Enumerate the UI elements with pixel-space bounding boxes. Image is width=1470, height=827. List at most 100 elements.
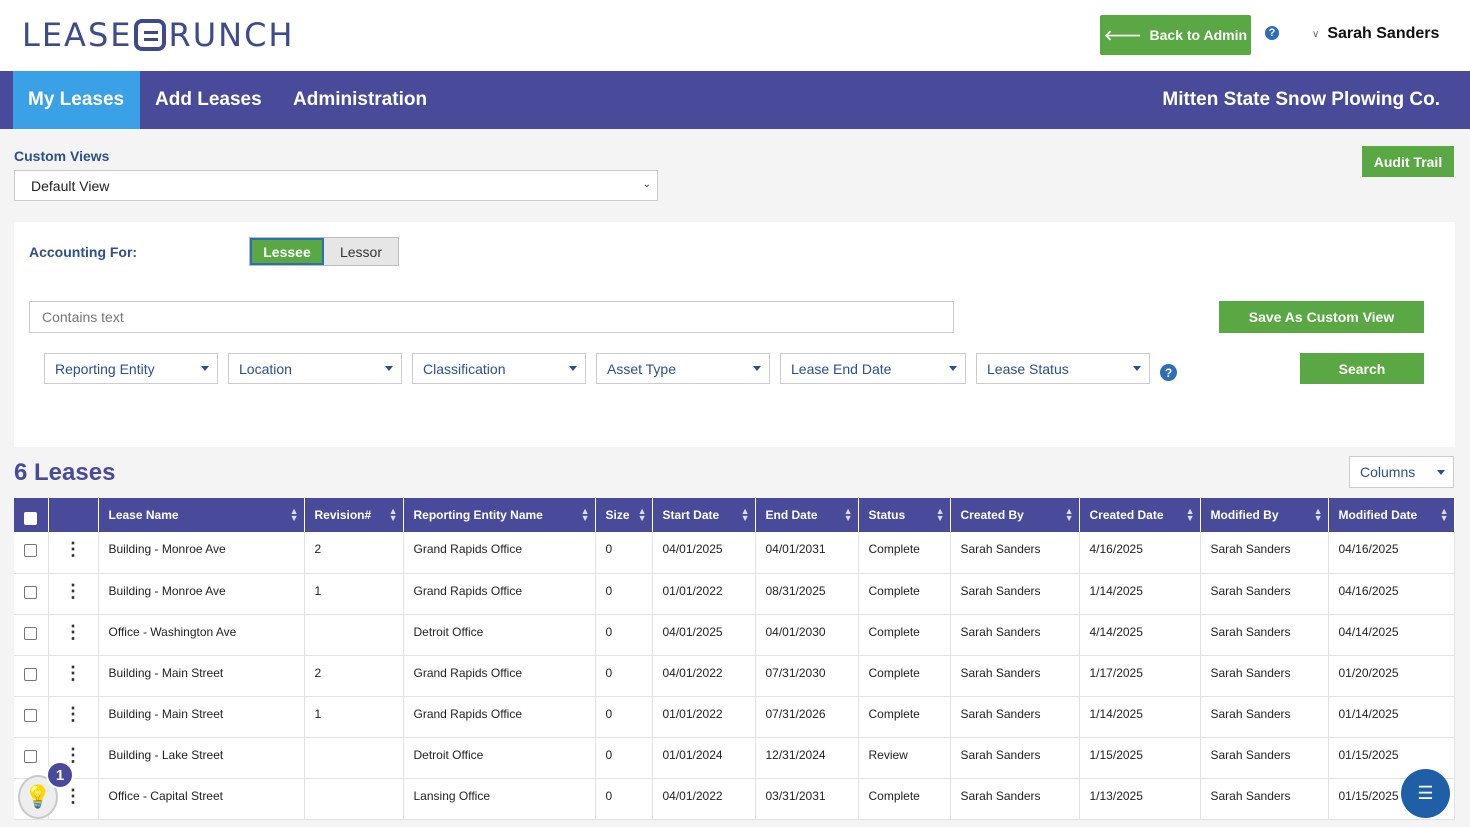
modified-date-header[interactable]: Modified Date ▲ ▼: [1328, 498, 1455, 532]
table-cell[interactable]: Office - Capital Street: [98, 778, 305, 820]
sort-icon: ▲ ▼: [935, 506, 945, 523]
custom-view-select[interactable]: Default View ⌄: [14, 170, 658, 201]
search-button[interactable]: Search: [1300, 353, 1424, 384]
start-date-header[interactable]: Start Date ▲ ▼: [652, 498, 756, 532]
table-row[interactable]: ⋮ Building - Main Street 2 Grand Rapids Off…: [14, 655, 1455, 697]
table-row[interactable]: ⋮ Building - Main Street 1 Grand Rapids Off…: [14, 696, 1455, 738]
lease-name-header[interactable]: Lease Name ▲ ▼: [98, 498, 305, 532]
revision-header[interactable]: Revision# ▲ ▼: [304, 498, 404, 532]
sort-icon: ▲ ▼: [1185, 506, 1195, 523]
menu-fab-button[interactable]: ☰: [1401, 769, 1450, 818]
filter-help-icon[interactable]: ?: [1160, 364, 1177, 381]
table-header-row: Lease Name ▲ ▼ Revision# ▲ ▼ Reporting Entit…: [14, 498, 1455, 532]
kebab-menu-icon[interactable]: ⋮: [64, 704, 82, 724]
filter-label: Lease Status: [987, 360, 1069, 377]
size-header[interactable]: Size ▲ ▼: [595, 498, 653, 532]
kebab-menu-icon[interactable]: ⋮: [64, 539, 82, 559]
columns-dropdown[interactable]: Columns: [1349, 456, 1454, 488]
table-cell: Sarah Sanders: [950, 655, 1080, 697]
kebab-menu-icon[interactable]: ⋮: [64, 786, 82, 806]
user-menu[interactable]: ∨ Sarah Sanders: [1312, 24, 1439, 44]
audit-trail-button[interactable]: Audit Trail: [1362, 146, 1454, 177]
tab-add-leases[interactable]: Add Leases: [155, 71, 262, 129]
filter-panel: Accounting For: Lessee Lessor Contains t…: [14, 222, 1455, 447]
table-row[interactable]: ⋮ Building - Monroe Ave 1 Grand Rapids Offi…: [14, 573, 1455, 615]
table-cell: Sarah Sanders: [1200, 532, 1329, 574]
table-cell[interactable]: Building - Monroe Ave: [98, 532, 305, 574]
row-select-cell: [14, 655, 49, 697]
kebab-menu-icon[interactable]: ⋮: [64, 622, 82, 642]
reporting-entity-filter[interactable]: Reporting Entity: [44, 353, 218, 384]
table-cell: 1/13/2025: [1079, 778, 1201, 820]
header-label: Created By: [960, 508, 1024, 522]
header-label: Modified By: [1210, 508, 1279, 522]
contains-text-input[interactable]: Contains text: [29, 301, 954, 333]
header-label: Reporting Entity Name: [413, 508, 543, 522]
table-cell[interactable]: Building - Lake Street: [98, 737, 305, 779]
lease-count-title: 6 Leases: [14, 459, 116, 486]
caret-down-icon: [201, 366, 209, 371]
caret-down-icon: [949, 366, 957, 371]
header-label: Modified Date: [1338, 508, 1418, 522]
classification-filter[interactable]: Classification: [412, 353, 586, 384]
table-cell: 0: [595, 737, 653, 779]
tab-administration[interactable]: Administration: [293, 71, 427, 129]
table-row[interactable]: ⋮ Office - Capital Street Lansing Office 0 0…: [14, 778, 1455, 820]
tips-widget[interactable]: 💡 1: [10, 761, 74, 820]
row-checkbox[interactable]: [24, 708, 38, 722]
status-header[interactable]: Status ▲ ▼: [858, 498, 951, 532]
end-date-header[interactable]: End Date ▲ ▼: [755, 498, 859, 532]
table-cell: 1/14/2025: [1079, 573, 1201, 615]
accounting-toggle: Lessee Lessor: [249, 237, 399, 266]
save-custom-view-button[interactable]: Save As Custom View: [1219, 301, 1424, 333]
help-icon[interactable]: ?: [1265, 26, 1279, 40]
kebab-menu-icon[interactable]: ⋮: [64, 745, 82, 765]
table-cell: 04/01/2025: [652, 532, 756, 574]
table-row[interactable]: ⋮ Office - Washington Ave Detroit Office 0 0…: [14, 614, 1455, 656]
table-cell: 07/31/2026: [755, 696, 859, 738]
user-name: Sarah Sanders: [1327, 25, 1440, 42]
reporting-entity-header[interactable]: Reporting Entity Name ▲ ▼: [403, 498, 596, 532]
table-cell: 0: [595, 696, 653, 738]
table-row[interactable]: ⋮ Building - Lake Street Detroit Office 0 01…: [14, 737, 1455, 779]
row-checkbox[interactable]: [24, 585, 38, 599]
table-cell[interactable]: Building - Main Street: [98, 655, 305, 697]
row-checkbox[interactable]: [24, 544, 38, 558]
table-cell: Grand Rapids Office: [403, 696, 596, 738]
table-cell: Sarah Sanders: [1200, 573, 1329, 615]
table-cell[interactable]: Building - Main Street: [98, 696, 305, 738]
company-name: Mitten State Snow Plowing Co.: [1162, 89, 1440, 110]
chevron-down-icon: ⌄: [642, 179, 651, 190]
back-to-admin-button[interactable]: 🡐 Back to Admin: [1100, 15, 1251, 55]
location-filter[interactable]: Location: [228, 353, 402, 384]
row-checkbox[interactable]: [24, 626, 38, 640]
created-by-header[interactable]: Created By ▲ ▼: [950, 498, 1080, 532]
notification-badge: 1: [46, 761, 74, 789]
table-cell: 12/31/2024: [755, 737, 859, 779]
table-cell[interactable]: Office - Washington Ave: [98, 614, 305, 656]
tab-my-leases[interactable]: My Leases: [13, 71, 140, 129]
arrow-left-icon: 🡐: [1103, 26, 1142, 43]
lessor-option[interactable]: Lessor: [324, 238, 398, 265]
row-checkbox[interactable]: [24, 749, 38, 763]
table-cell: 04/01/2022: [652, 655, 756, 697]
modified-by-header[interactable]: Modified By ▲ ▼: [1200, 498, 1329, 532]
table-cell: Sarah Sanders: [1200, 614, 1329, 656]
leasecrunch-logo[interactable]: LEASE RUNCH: [22, 16, 294, 54]
table-cell: 01/01/2024: [652, 737, 756, 779]
asset-type-filter[interactable]: Asset Type: [596, 353, 770, 384]
table-cell[interactable]: Building - Monroe Ave: [98, 573, 305, 615]
lease-end-date-filter[interactable]: Lease End Date: [780, 353, 966, 384]
lessee-option[interactable]: Lessee: [250, 238, 324, 265]
sort-icon: ▲ ▼: [1064, 506, 1074, 523]
lease-status-filter[interactable]: Lease Status: [976, 353, 1150, 384]
header-label: End Date: [765, 508, 818, 522]
table-row[interactable]: ⋮ Building - Monroe Ave 2 Grand Rapids Offi…: [14, 532, 1455, 574]
table-cell: 01/20/2025: [1328, 655, 1455, 697]
logo-c-icon: [134, 19, 167, 51]
select-all-checkbox[interactable]: [24, 511, 38, 525]
kebab-menu-icon[interactable]: ⋮: [64, 663, 82, 683]
kebab-menu-icon[interactable]: ⋮: [64, 581, 82, 601]
row-checkbox[interactable]: [24, 667, 38, 681]
created-date-header[interactable]: Created Date ▲ ▼: [1079, 498, 1201, 532]
